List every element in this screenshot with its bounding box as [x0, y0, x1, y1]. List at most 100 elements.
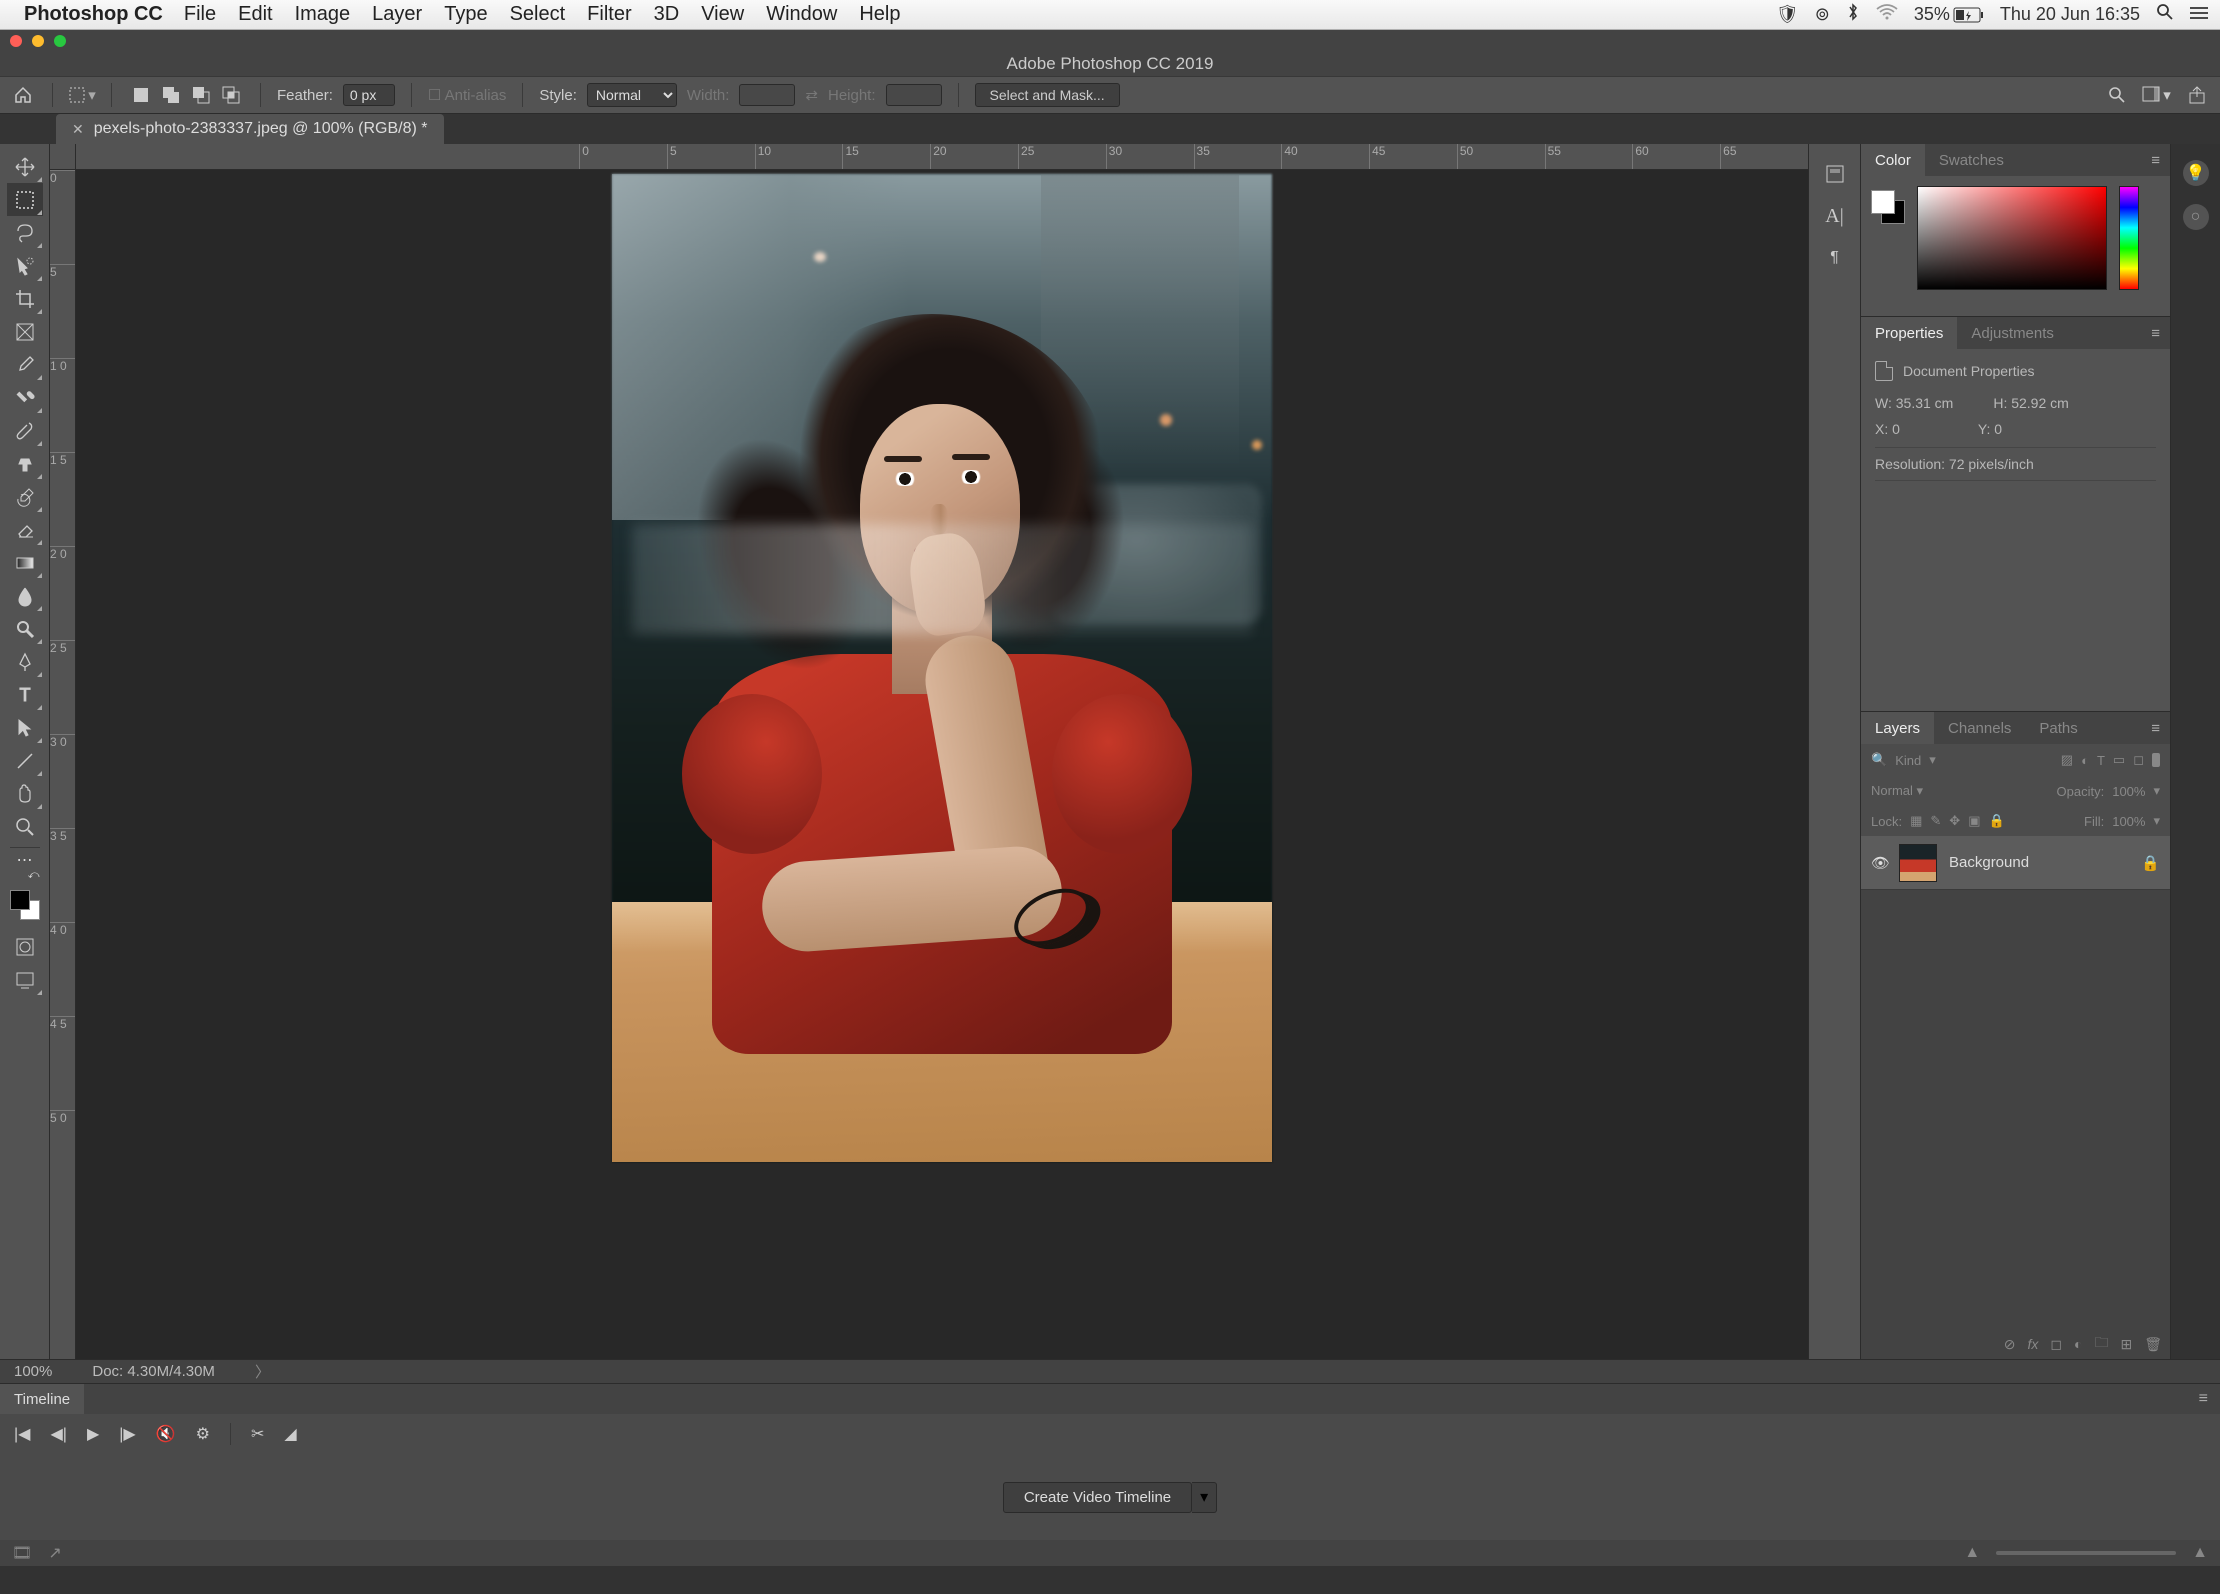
search-icon[interactable] [2104, 82, 2130, 108]
sync-icon[interactable]: ⊚ [1815, 4, 1830, 25]
hand-tool[interactable] [7, 777, 43, 810]
filter-toggle[interactable] [2152, 753, 2160, 767]
shield-icon[interactable]: 🛡 [1776, 4, 1799, 25]
maximize-window[interactable] [54, 35, 66, 47]
libraries-icon[interactable]: 💡 [2183, 160, 2209, 186]
pen-tool[interactable] [7, 645, 43, 678]
clock[interactable]: Thu 20 Jun 16:35 [2000, 4, 2140, 25]
feather-input[interactable] [343, 84, 395, 106]
healing-brush-tool[interactable] [7, 381, 43, 414]
layer-name[interactable]: Background [1949, 854, 2029, 871]
properties-panel-menu-icon[interactable]: ≡ [2141, 317, 2170, 349]
hue-strip[interactable] [2119, 186, 2139, 290]
frame-tool[interactable] [7, 315, 43, 348]
dodge-tool[interactable] [7, 612, 43, 645]
edit-toolbar[interactable]: ⋯ [7, 852, 43, 868]
timeline-render-icon[interactable]: ↗ [48, 1543, 61, 1563]
wifi-icon[interactable] [1876, 4, 1898, 25]
marquee-tool-indicator[interactable]: ▾ [69, 82, 95, 108]
create-video-timeline-button[interactable]: Create Video Timeline [1003, 1482, 1192, 1513]
fill-value[interactable]: 100% [2112, 814, 2145, 829]
color-panel-menu-icon[interactable]: ≡ [2141, 144, 2170, 176]
add-selection[interactable] [158, 82, 184, 108]
marquee-tool[interactable] [7, 183, 43, 216]
ruler-horizontal[interactable]: 0 5 10 15 20 25 30 35 40 45 50 55 60 65 [76, 144, 1808, 170]
canvas[interactable] [76, 170, 1808, 1359]
timeline-tab[interactable]: Timeline [0, 1384, 84, 1414]
play-icon[interactable]: ▶ [87, 1424, 99, 1444]
settings-icon[interactable]: ⚙ [196, 1424, 210, 1444]
app-name[interactable]: Photoshop CC [24, 3, 163, 26]
layer-row[interactable]: 👁 Background 🔒 [1861, 836, 2170, 890]
prev-frame-icon[interactable]: ◀| [50, 1424, 66, 1444]
lock-brush-icon[interactable]: ✎ [1930, 813, 1941, 829]
menu-help[interactable]: Help [859, 3, 900, 26]
lock-icon[interactable]: 🔒 [2141, 854, 2160, 872]
zoom-level[interactable]: 100% [14, 1363, 52, 1380]
menu-view[interactable]: View [701, 3, 744, 26]
channels-tab[interactable]: Channels [1934, 712, 2025, 744]
menu-layer[interactable]: Layer [372, 3, 422, 26]
color-swatches[interactable] [10, 890, 40, 920]
select-and-mask-button[interactable]: Select and Mask... [975, 83, 1120, 107]
cloud-icon[interactable]: ○ [2183, 204, 2209, 230]
close-window[interactable] [10, 35, 22, 47]
layers-panel-menu-icon[interactable]: ≡ [2141, 712, 2170, 744]
mask-icon[interactable]: ◻ [2050, 1336, 2062, 1353]
gradient-tool[interactable] [7, 546, 43, 579]
group-icon[interactable]: 🗀 [2094, 1332, 2108, 1356]
next-frame-icon[interactable]: |▶ [119, 1424, 135, 1444]
filter-adjust-icon[interactable]: ◐ [2081, 753, 2089, 768]
color-field[interactable] [1917, 186, 2107, 290]
menu-list-icon[interactable] [2190, 4, 2208, 25]
new-selection[interactable] [128, 82, 154, 108]
timeline-dropdown-icon[interactable]: ▾ [1192, 1482, 1217, 1513]
crop-tool[interactable] [7, 282, 43, 315]
blur-tool[interactable] [7, 579, 43, 612]
blend-mode-select[interactable]: Normal ▾ [1871, 783, 1991, 799]
lock-transparency-icon[interactable]: ▦ [1910, 813, 1922, 829]
subtract-selection[interactable] [188, 82, 214, 108]
properties-tab[interactable]: Properties [1861, 317, 1957, 349]
visibility-icon[interactable]: 👁 [1871, 854, 1887, 872]
brush-tool[interactable] [7, 414, 43, 447]
intersect-selection[interactable] [218, 82, 244, 108]
opacity-value[interactable]: 100% [2112, 784, 2145, 799]
swatches-tab[interactable]: Swatches [1925, 144, 2018, 176]
document-tab[interactable]: ✕ pexels-photo-2383337.jpeg @ 100% (RGB/… [56, 114, 444, 144]
menu-type[interactable]: Type [444, 3, 487, 26]
menu-file[interactable]: File [184, 3, 216, 26]
spotlight-icon[interactable] [2156, 3, 2174, 26]
filter-pixel-icon[interactable]: ▨ [2061, 752, 2073, 768]
clone-stamp-tool[interactable] [7, 447, 43, 480]
fx-icon[interactable]: fx [2028, 1336, 2039, 1352]
zoom-tool[interactable] [7, 810, 43, 843]
timeline-frames-icon[interactable]: 🎞 [12, 1543, 32, 1563]
lock-artboard-icon[interactable]: ▣ [1968, 813, 1980, 829]
link-layers-icon[interactable]: ⊘ [2004, 1336, 2016, 1353]
color-swatch-pair[interactable] [1871, 190, 1905, 224]
character-panel-icon[interactable]: A| [1823, 204, 1847, 228]
go-start-icon[interactable]: |◀ [14, 1424, 30, 1444]
doc-size[interactable]: Doc: 4.30M/4.30M [92, 1363, 215, 1380]
transition-icon[interactable]: ◢ [284, 1424, 296, 1444]
delete-layer-icon[interactable]: 🗑 [2144, 1336, 2162, 1353]
adjustments-tab[interactable]: Adjustments [1957, 317, 2068, 349]
type-tool[interactable]: T [7, 678, 43, 711]
home-button[interactable] [10, 82, 36, 108]
lasso-tool[interactable] [7, 216, 43, 249]
menu-filter[interactable]: Filter [587, 3, 631, 26]
minimize-window[interactable] [32, 35, 44, 47]
close-tab-icon[interactable]: ✕ [72, 121, 84, 138]
timeline-menu-icon[interactable]: ≡ [2187, 1384, 2220, 1414]
history-brush-tool[interactable] [7, 480, 43, 513]
history-panel-icon[interactable] [1823, 162, 1847, 186]
filter-type-icon[interactable]: T [2097, 753, 2105, 768]
filter-kind-select[interactable]: Kind [1895, 753, 1921, 768]
paragraph-panel-icon[interactable]: ¶ [1823, 246, 1847, 270]
path-select-tool[interactable] [7, 711, 43, 744]
new-layer-icon[interactable]: ⊞ [2120, 1336, 2132, 1353]
bluetooth-icon[interactable] [1846, 3, 1860, 26]
timeline-zoom-in-icon[interactable]: ▲ [2192, 1544, 2208, 1562]
filter-shape-icon[interactable]: ▭ [2113, 752, 2125, 768]
